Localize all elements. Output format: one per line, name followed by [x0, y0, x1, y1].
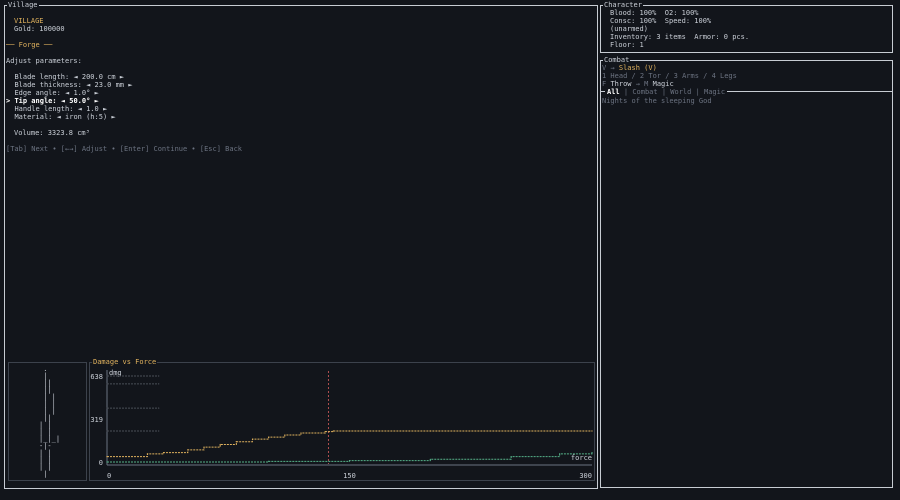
chart-point: [559, 453, 561, 455]
log-tabs: All | Combat | World | Magic: [605, 88, 728, 96]
chart-point: [162, 451, 165, 454]
param-text: Material: ◄ iron (h:5) ►: [14, 113, 116, 121]
throw-key: F: [602, 80, 607, 88]
chart-point: [348, 460, 351, 462]
param-text: Blade thickness: ◄ 23.0 mm ►: [14, 81, 133, 89]
tab-combat[interactable]: Combat: [632, 88, 657, 96]
chart-point: [235, 441, 237, 443]
arrow-icon: →: [610, 64, 615, 72]
chart-point: [591, 430, 593, 432]
chart-point: [591, 451, 593, 454]
adjust-label: Adjust parameters:: [6, 57, 82, 65]
chart-point: [146, 453, 149, 455]
param-blade-thickness[interactable]: Blade thickness: ◄ 23.0 mm ►: [6, 81, 132, 89]
stat-weapon: (unarmed): [610, 25, 648, 33]
target-selector[interactable]: 1 Head / 2 Tor / 3 Arms / 4 Legs: [602, 72, 737, 80]
param-text: Tip angle: ◄ 50.0° ►: [14, 97, 99, 105]
damage-chart: 03196380 150 300dmgforce: [90, 369, 593, 480]
chart-x-label: force: [571, 454, 592, 462]
attack-key: V: [602, 64, 607, 72]
blade-preview-box: . | || || | | | | | | || | | | | |_|_| -|- | …: [8, 362, 87, 481]
param-text: Edge angle: ◄ 1.0° ►: [14, 89, 99, 97]
chart-point: [429, 430, 431, 432]
chart-point: [324, 431, 326, 433]
chart-point: [429, 458, 431, 460]
chart-point: [187, 449, 189, 451]
chart-point: [158, 407, 160, 409]
tab-all[interactable]: All: [607, 88, 620, 96]
chart-series-line: [107, 430, 592, 458]
forge-help-text: [Tab] Next • [←→] Adjust • [Enter] Conti…: [6, 145, 243, 153]
tab-separator: |: [661, 88, 667, 96]
combat-panel: Combat V → Slash (V) 1 Head / 2 Tor / 3 …: [600, 56, 893, 488]
chart-point: [332, 430, 334, 432]
forge-params-list: Blade length: ◄ 200.0 cm ► Blade thickne…: [6, 73, 132, 121]
blade-preview-line: |: [39, 470, 48, 478]
chart-point: [106, 430, 108, 432]
chart-point: [268, 436, 270, 438]
log-entry: Nights of the sleeping God: [602, 97, 712, 105]
param-blade-length[interactable]: Blade length: ◄ 200.0 cm ►: [6, 73, 132, 81]
tab-separator: |: [623, 88, 629, 96]
param-text: Blade length: ◄ 200.0 cm ►: [14, 73, 125, 81]
chart-point: [219, 443, 221, 446]
stat-blood-o2: Blood: 100% O2: 100%: [610, 9, 699, 17]
attack-row[interactable]: V → Slash (V): [602, 64, 657, 72]
stat-inventory-armor: Inventory: 3 items Armor: 0 pcs.: [610, 33, 750, 41]
forge-title: ── Forge ──: [6, 41, 53, 49]
throw-magic-row: F Throw → M Magic: [602, 80, 674, 88]
character-panel: Character Blood: 100% O2: 100% Consc: 10…: [600, 1, 893, 53]
chart-point: [284, 434, 286, 436]
attack-label: Slash (V): [618, 64, 657, 72]
chart-point: [203, 446, 205, 448]
chart-point: [106, 461, 108, 463]
param-material[interactable]: Material: ◄ iron (h:5) ►: [6, 113, 132, 121]
chart-point: [268, 460, 270, 462]
chart-y-tick-label: 638: [90, 373, 103, 381]
blade-preview: . | || || | | | | | | || | | | | |_|_| -|- | …: [39, 366, 60, 478]
stat-consc-speed: Consc: 100% Speed: 100%: [610, 17, 712, 25]
stat-floor: Floor: 1: [610, 41, 644, 49]
chart-y-tick-label: 319: [90, 416, 103, 424]
param-tip-angle[interactable]: > Tip angle: ◄ 50.0° ►: [6, 97, 132, 105]
chart-point: [251, 438, 254, 440]
param-text: Handle length: ◄ 1.0 ►: [14, 105, 108, 113]
character-stats: Blood: 100% O2: 100% Consc: 100% Speed: …: [610, 9, 749, 49]
chart-point: [510, 430, 512, 432]
chart-point: [106, 456, 108, 458]
chart-point: [348, 430, 351, 432]
magic-button[interactable]: Magic: [653, 80, 674, 88]
param-handle-length[interactable]: Handle length: ◄ 1.0 ►: [6, 105, 132, 113]
chart-point: [158, 383, 160, 385]
tab-world[interactable]: World: [670, 88, 691, 96]
village-panel-title: Village: [7, 1, 39, 10]
arrow-icon: →: [635, 80, 640, 88]
param-edge-angle[interactable]: Edge angle: ◄ 1.0° ►: [6, 89, 132, 97]
chart-point: [106, 407, 108, 409]
log-panel: All | Combat | World | Magic Nights of t…: [601, 88, 892, 488]
damage-chart-panel: Damage vs Force 0 319 638 0 150 300 dmg force: [89, 358, 595, 481]
tab-magic[interactable]: Magic: [704, 88, 725, 96]
chart-point: [510, 456, 512, 458]
village-panel: Village VILLAGE Gold: 100000 ── Forge ──…: [4, 1, 598, 489]
volume-readout: Volume: 3323.8 cm³: [14, 129, 90, 137]
chart-point: [106, 383, 108, 385]
village-heading: VILLAGE: [14, 17, 44, 25]
chart-x-tick-label: 300: [579, 472, 592, 480]
magic-key: M: [644, 80, 649, 88]
chart-x-tick-label: 150: [343, 472, 356, 480]
chart-point: [300, 432, 302, 434]
chart-point: [158, 430, 160, 432]
throw-button[interactable]: Throw: [610, 80, 631, 88]
chart-point: [106, 375, 108, 377]
gold-display: Gold: 100000: [14, 25, 65, 33]
tab-separator: |: [695, 88, 700, 96]
chart-y-tick-label: 0: [99, 459, 103, 467]
chart-x-tick-label: 0: [107, 472, 111, 480]
chart-point: [158, 375, 160, 377]
